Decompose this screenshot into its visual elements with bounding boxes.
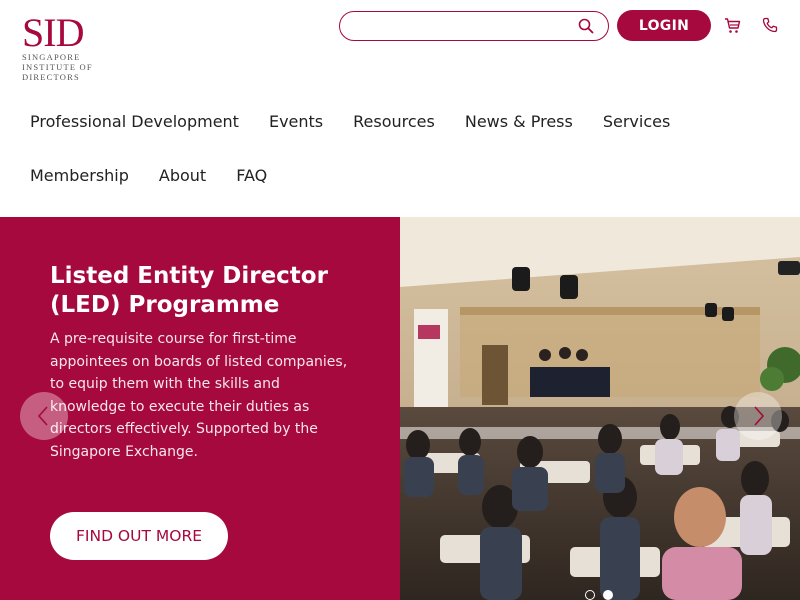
search-box[interactable] xyxy=(339,11,609,41)
nav-item-services[interactable]: Services xyxy=(603,112,670,131)
logo-wordmark: SID xyxy=(22,10,84,55)
carousel-dot-2[interactable] xyxy=(603,590,613,600)
logo-line-3: DIRECTORS xyxy=(22,72,80,82)
sid-logo[interactable]: SID SINGAPORE INSTITUTE OF DIRECTORS xyxy=(22,10,93,84)
hero-carousel: Listed Entity Director (LED) Programme A… xyxy=(0,217,800,600)
main-nav-row-2: Membership About FAQ xyxy=(30,166,267,185)
chevron-left-icon xyxy=(37,406,48,426)
nav-item-resources[interactable]: Resources xyxy=(353,112,435,131)
carousel-next-button[interactable] xyxy=(734,392,782,440)
nav-item-news-press[interactable]: News & Press xyxy=(465,112,573,131)
hero-title: Listed Entity Director (LED) Programme xyxy=(50,263,328,318)
carousel-dots xyxy=(585,590,613,600)
find-out-more-button[interactable]: FIND OUT MORE xyxy=(50,512,228,560)
search-input[interactable] xyxy=(354,18,564,36)
chevron-right-icon xyxy=(754,406,765,426)
carousel-dot-1[interactable] xyxy=(585,590,595,600)
cart-icon[interactable] xyxy=(724,17,741,34)
login-button[interactable]: LOGIN xyxy=(617,10,711,41)
nav-item-faq[interactable]: FAQ xyxy=(236,166,267,185)
nav-item-membership[interactable]: Membership xyxy=(30,166,129,185)
phone-icon[interactable] xyxy=(762,17,778,33)
logo-line-2: INSTITUTE OF xyxy=(22,62,93,72)
main-nav-row-1: Professional Development Events Resource… xyxy=(30,112,670,131)
search-icon[interactable] xyxy=(578,18,594,34)
carousel-prev-button[interactable] xyxy=(20,392,68,440)
nav-item-about[interactable]: About xyxy=(159,166,206,185)
nav-item-professional-development[interactable]: Professional Development xyxy=(30,112,239,131)
nav-item-events[interactable]: Events xyxy=(269,112,323,131)
hero-description: A pre-requisite course for first-time ap… xyxy=(50,331,348,460)
logo-line-1: SINGAPORE xyxy=(22,52,81,62)
